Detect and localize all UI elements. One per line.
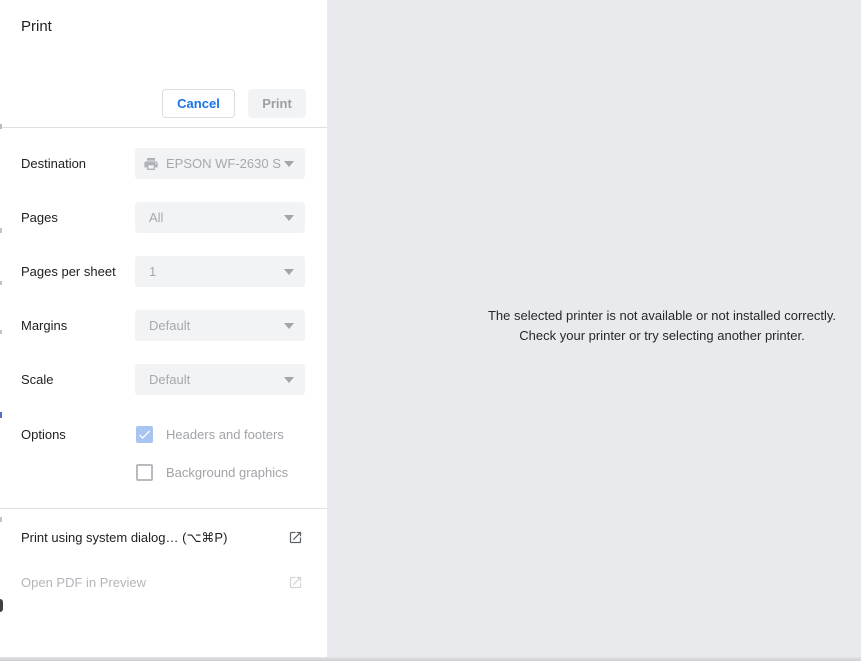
pages-label: Pages xyxy=(21,210,58,225)
pages-select[interactable]: All xyxy=(135,202,305,233)
margins-value: Default xyxy=(149,318,191,333)
open-pdf-preview-item[interactable]: Open PDF in Preview xyxy=(0,572,327,594)
printer-icon xyxy=(144,158,158,170)
dialog-title: Print xyxy=(21,18,52,35)
chevron-down-icon xyxy=(284,377,294,383)
print-system-dialog-label: Print using system dialog… (⌥⌘P) xyxy=(21,530,228,545)
edge-artifact xyxy=(0,517,2,522)
destination-label: Destination xyxy=(21,156,87,171)
edge-artifact xyxy=(0,228,2,233)
headers-footers-label: Headers and footers xyxy=(166,427,284,442)
edge-artifact xyxy=(0,412,2,418)
scale-label: Scale xyxy=(21,372,54,387)
background-graphics-checkbox[interactable] xyxy=(136,464,153,481)
background-graphics-label: Background graphics xyxy=(166,465,289,480)
chevron-down-icon xyxy=(284,269,294,275)
print-system-dialog-item[interactable]: Print using system dialog… (⌥⌘P) xyxy=(0,527,327,549)
pages-per-sheet-row: Pages per sheet 1 xyxy=(0,256,327,287)
margins-select[interactable]: Default xyxy=(135,310,305,341)
pages-per-sheet-value: 1 xyxy=(149,264,157,279)
print-dialog-screen: { "dialog": { "title": "Print", "cancel_… xyxy=(0,0,861,661)
scale-value: Default xyxy=(149,372,191,387)
pages-per-sheet-label: Pages per sheet xyxy=(21,264,116,279)
pages-per-sheet-select[interactable]: 1 xyxy=(135,256,305,287)
scale-row: Scale Default xyxy=(0,364,327,395)
printer-error-line-1: The selected printer is not available or… xyxy=(487,308,837,323)
margins-label: Margins xyxy=(21,318,68,333)
margins-row: Margins Default xyxy=(0,310,327,341)
destination-value: EPSON WF-2630 S xyxy=(166,156,281,171)
printer-error-line-2: Check your printer or try selecting anot… xyxy=(519,328,805,343)
edge-artifact xyxy=(0,599,3,612)
pages-row: Pages All xyxy=(0,202,327,233)
scale-select[interactable]: Default xyxy=(135,364,305,395)
destination-row: Destination EPSON WF-2630 S xyxy=(0,148,327,179)
open-in-new-icon xyxy=(289,576,302,589)
destination-select[interactable]: EPSON WF-2630 S xyxy=(135,148,305,179)
chevron-down-icon xyxy=(284,323,294,329)
chevron-down-icon xyxy=(284,215,294,221)
edge-artifact xyxy=(0,124,2,129)
headers-footers-option: Headers and footers xyxy=(0,426,327,443)
print-button[interactable]: Print xyxy=(248,89,306,118)
header-divider xyxy=(0,127,327,128)
headers-footers-checkbox[interactable] xyxy=(136,426,153,443)
window-bottom-edge xyxy=(0,657,861,661)
edge-artifact xyxy=(0,281,2,285)
printer-error-message: The selected printer is not available or… xyxy=(442,306,861,346)
cancel-button[interactable]: Cancel xyxy=(162,89,235,118)
open-in-new-icon xyxy=(289,531,302,544)
check-icon xyxy=(139,430,151,439)
print-dialog-panel: Print Cancel Print Destination EPSON WF-… xyxy=(0,0,327,661)
open-pdf-preview-label: Open PDF in Preview xyxy=(21,575,146,590)
chevron-down-icon xyxy=(284,161,294,167)
edge-artifact xyxy=(0,330,2,334)
pages-value: All xyxy=(149,210,164,225)
footer-divider xyxy=(0,508,327,509)
background-graphics-option: Background graphics xyxy=(0,464,327,481)
